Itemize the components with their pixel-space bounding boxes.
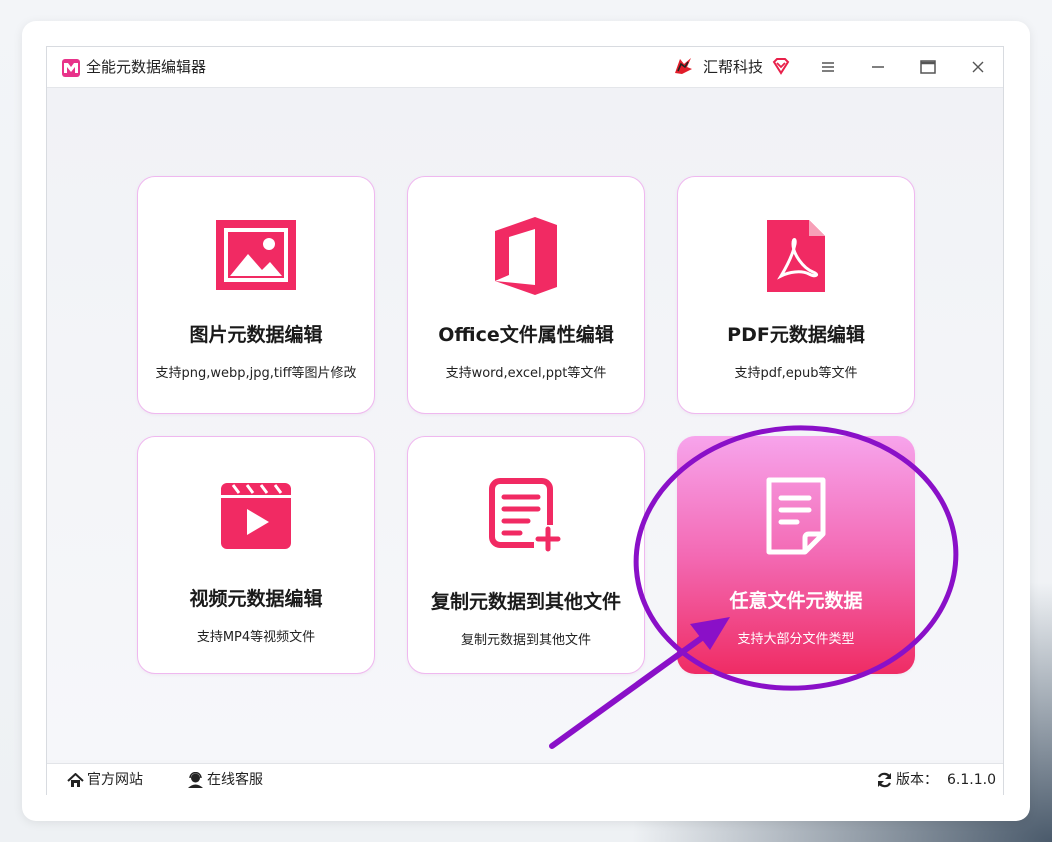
minimize-button[interactable]: [865, 55, 891, 79]
menu-icon: [822, 62, 834, 72]
menu-button[interactable]: [815, 55, 841, 79]
card-video-metadata[interactable]: 视频元数据编辑 支持MP4等视频文件: [137, 436, 375, 674]
close-icon: [972, 61, 984, 73]
maximize-button[interactable]: [915, 55, 941, 79]
office-icon: [495, 217, 557, 295]
pdf-icon: [767, 220, 825, 292]
card-description: 支持word,excel,ppt等文件: [445, 366, 607, 381]
card-title: 任意文件元数据: [729, 590, 863, 612]
card-description: 复制元数据到其他文件: [460, 633, 591, 648]
version-info: 版本： 6.1.1.0: [876, 771, 996, 789]
card-description: 支持png,webp,jpg,tiff等图片修改: [155, 366, 357, 381]
refresh-icon: [877, 772, 892, 788]
version-number: 6.1.1.0: [947, 772, 996, 788]
support-agent-icon: [188, 772, 203, 788]
online-support-label: 在线客服: [207, 772, 263, 788]
app-title: 全能元数据编辑器: [86, 58, 207, 76]
card-title: Office文件属性编辑: [438, 324, 614, 346]
card-description: 支持pdf,epub等文件: [734, 366, 858, 381]
card-title: PDF元数据编辑: [727, 324, 865, 346]
status-bar: 官方网站 在线客服 版本： 6.1.1.0: [47, 763, 1003, 795]
app-logo-icon: [62, 59, 80, 77]
card-description: 支持MP4等视频文件: [196, 630, 316, 645]
video-icon: [221, 483, 291, 549]
close-button[interactable]: [965, 55, 991, 79]
card-any-file-metadata[interactable]: 任意文件元数据 支持大部分文件类型: [677, 436, 915, 674]
brand-name: 汇帮科技: [703, 58, 764, 76]
home-icon: [67, 772, 84, 787]
brand-logo-icon: [672, 55, 694, 77]
card-image-metadata[interactable]: 图片元数据编辑 支持png,webp,jpg,tiff等图片修改: [137, 176, 375, 414]
title-bar: 全能元数据编辑器 汇帮科技: [47, 47, 1003, 88]
card-copy-metadata[interactable]: 复制元数据到其他文件 复制元数据到其他文件: [407, 436, 645, 674]
file-icon: [766, 477, 826, 555]
official-website-link[interactable]: 官方网站: [67, 771, 143, 789]
online-support-link[interactable]: 在线客服: [187, 771, 263, 789]
maximize-icon: [920, 60, 936, 74]
card-office-properties[interactable]: Office文件属性编辑 支持word,excel,ppt等文件: [407, 176, 645, 414]
copy-doc-icon: [489, 478, 562, 552]
version-label: 版本：: [896, 772, 938, 788]
official-website-label: 官方网站: [87, 772, 143, 788]
app-window: 全能元数据编辑器 汇帮科技 图片元数据编辑 支持png,webp,jpg,tif…: [46, 46, 1004, 795]
main-content: 图片元数据编辑 支持png,webp,jpg,tiff等图片修改 Office文…: [47, 88, 1003, 760]
vip-diamond-icon[interactable]: [771, 56, 791, 76]
minimize-icon: [872, 66, 884, 68]
card-title: 复制元数据到其他文件: [430, 591, 621, 613]
card-title: 视频元数据编辑: [189, 588, 323, 610]
card-description: 支持大部分文件类型: [737, 632, 855, 647]
card-pdf-metadata[interactable]: PDF元数据编辑 支持pdf,epub等文件: [677, 176, 915, 414]
image-icon: [216, 220, 296, 290]
card-title: 图片元数据编辑: [189, 324, 323, 346]
